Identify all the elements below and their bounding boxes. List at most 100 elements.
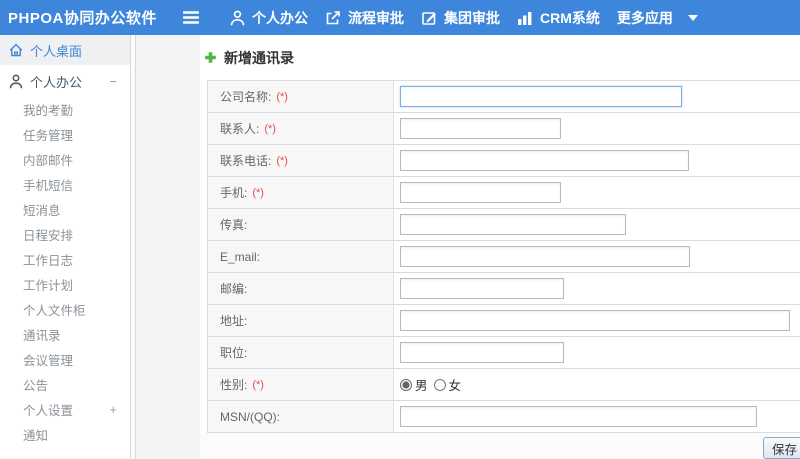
msn-qq-input[interactable] <box>400 406 757 427</box>
field-input-cell <box>394 401 800 432</box>
sidebar-item-label: 任务管理 <box>23 129 74 143</box>
field-label-text: 性别: <box>220 378 248 392</box>
field-label: 联系人: (*) <box>208 113 394 144</box>
page-header: 新增通讯录 <box>200 35 800 80</box>
nav-item-more-apps[interactable]: 更多应用 <box>617 8 698 28</box>
form-row-contact-phone: 联系电话: (*) <box>208 145 800 177</box>
gender-radio-input-female[interactable] <box>433 378 446 391</box>
mobile-input[interactable] <box>400 182 561 203</box>
field-label-text: E_mail: <box>220 249 261 264</box>
caret-down-icon <box>687 14 698 21</box>
edit-icon <box>421 10 437 26</box>
address-input[interactable] <box>400 310 790 331</box>
nav-item-workflow-approval[interactable]: 流程审批 <box>325 8 404 28</box>
contact-phone-input[interactable] <box>400 150 689 171</box>
email-input[interactable] <box>400 246 690 267</box>
radio-label: 女 <box>448 379 462 393</box>
sidebar-item-label: 个人桌面 <box>30 43 83 59</box>
nav-item-label: 集团审批 <box>444 9 500 26</box>
nav-item-group-approval[interactable]: 集团审批 <box>421 8 500 28</box>
sidebar-item-label: 个人设置 <box>23 404 74 418</box>
sidebar-item-label: 内部邮件 <box>23 154 74 168</box>
field-input-cell <box>394 273 800 304</box>
sidebar-item[interactable]: 通讯录 <box>0 322 130 347</box>
field-input-cell <box>394 305 800 336</box>
sidebar-item[interactable]: 个人桌面 <box>0 35 130 65</box>
sidebar-item[interactable]: 个人办公 − <box>0 65 130 97</box>
nav-item-crm-system[interactable]: CRM系统 <box>517 8 600 28</box>
sidebar-item-label: 个人文件柜 <box>23 304 86 318</box>
gender-radio-female[interactable]: 女 <box>433 375 462 394</box>
field-label: 传真: <box>208 209 394 240</box>
field-label-text: 手机: <box>220 186 248 200</box>
sidebar-item-label: 日程安排 <box>23 229 74 243</box>
topbar-nav: 个人办公 流程审批 集团审批 CRM系统 更多应用 <box>230 0 698 35</box>
sidebar-item[interactable]: 我的考勤 <box>0 97 130 122</box>
field-label: 联系电话: (*) <box>208 145 394 176</box>
zipcode-input[interactable] <box>400 278 564 299</box>
position-input[interactable] <box>400 342 564 363</box>
sidebar-item-label: 通讯录 <box>23 329 61 343</box>
form-row-mobile: 手机: (*) <box>208 177 800 209</box>
form-row-address: 地址: <box>208 305 800 337</box>
sidebar-item[interactable]: 内部邮件 <box>0 147 130 172</box>
sidebar-item[interactable]: 会议管理 <box>0 347 130 372</box>
nav-item-personal-office[interactable]: 个人办公 <box>230 8 308 28</box>
sidebar-item[interactable]: 手机短信 <box>0 172 130 197</box>
sidebar-item[interactable]: 公告 <box>0 372 130 397</box>
field-label: E_mail: <box>208 241 394 272</box>
field-input-cell <box>394 209 800 240</box>
fax-input[interactable] <box>400 214 626 235</box>
sidebar-item[interactable]: 任务管理 <box>0 122 130 147</box>
sidebar-item[interactable]: 日程安排 <box>0 222 130 247</box>
sidebar-item-label: 会议管理 <box>23 354 74 368</box>
company-name-input[interactable] <box>400 86 682 107</box>
required-marker: (*) <box>264 122 276 135</box>
sidebar-item[interactable]: 个人文件柜 <box>0 297 130 322</box>
flow-icon <box>325 10 341 26</box>
gender-radio-input-male[interactable] <box>400 378 412 391</box>
radio-label: 男 <box>415 379 428 393</box>
field-input-cell <box>394 145 800 176</box>
nav-item-label: CRM系统 <box>540 9 600 26</box>
hamburger-menu-button[interactable] <box>183 0 199 35</box>
field-label: 邮编: <box>208 273 394 304</box>
sidebar-item[interactable]: 工作日志 <box>0 247 130 272</box>
home-icon <box>9 43 23 57</box>
sidebar-item-label: 通知 <box>23 429 49 443</box>
content-gutter <box>136 35 200 459</box>
contact-person-input[interactable] <box>400 118 561 139</box>
field-label-text: 联系人: <box>220 122 260 136</box>
sidebar-item[interactable]: 通知 <box>0 422 130 447</box>
person-icon <box>230 10 245 26</box>
form-row-email: E_mail: <box>208 241 800 273</box>
field-label: 公司名称: (*) <box>208 81 394 112</box>
form-row-fax: 传真: <box>208 209 800 241</box>
field-label: 地址: <box>208 305 394 336</box>
sidebar-item[interactable]: 工作计划 <box>0 272 130 297</box>
contact-form: 公司名称: (*) 联系人: (*) 联系电话: (*) 手机: (*) 传真: E_mail: 邮… <box>207 80 800 433</box>
page-title: 新增通讯录 <box>224 49 294 66</box>
sidebar-item[interactable]: 个人设置 + <box>0 397 130 422</box>
save-button[interactable]: 保存 <box>763 437 800 459</box>
required-marker: (*) <box>252 378 264 391</box>
field-input-cell <box>394 177 800 208</box>
collapse-icon[interactable]: − <box>109 74 130 89</box>
form-row-msn-qq: MSN/(QQ): <box>208 401 800 433</box>
nav-item-label: 流程审批 <box>348 9 404 26</box>
user-icon <box>9 74 23 89</box>
field-label-text: 地址: <box>220 314 248 328</box>
form-row-zipcode: 邮编: <box>208 273 800 305</box>
expand-icon[interactable]: + <box>109 402 130 417</box>
form-footer: 保存 <box>200 433 800 459</box>
field-label-text: 联系电话: <box>220 154 272 168</box>
form-row-gender: 性别: (*) 男 女 <box>208 369 800 401</box>
form-row-position: 职位: <box>208 337 800 369</box>
sidebar-item[interactable]: 短消息 <box>0 197 130 222</box>
sidebar-item-label: 手机短信 <box>23 179 74 193</box>
app-logo[interactable]: PHPOA协同办公软件 <box>8 0 157 35</box>
required-marker: (*) <box>252 186 264 199</box>
sidebar-item-label: 工作计划 <box>23 279 74 293</box>
gender-radio-male[interactable]: 男 <box>400 375 428 394</box>
field-label-text: 传真: <box>220 218 248 232</box>
